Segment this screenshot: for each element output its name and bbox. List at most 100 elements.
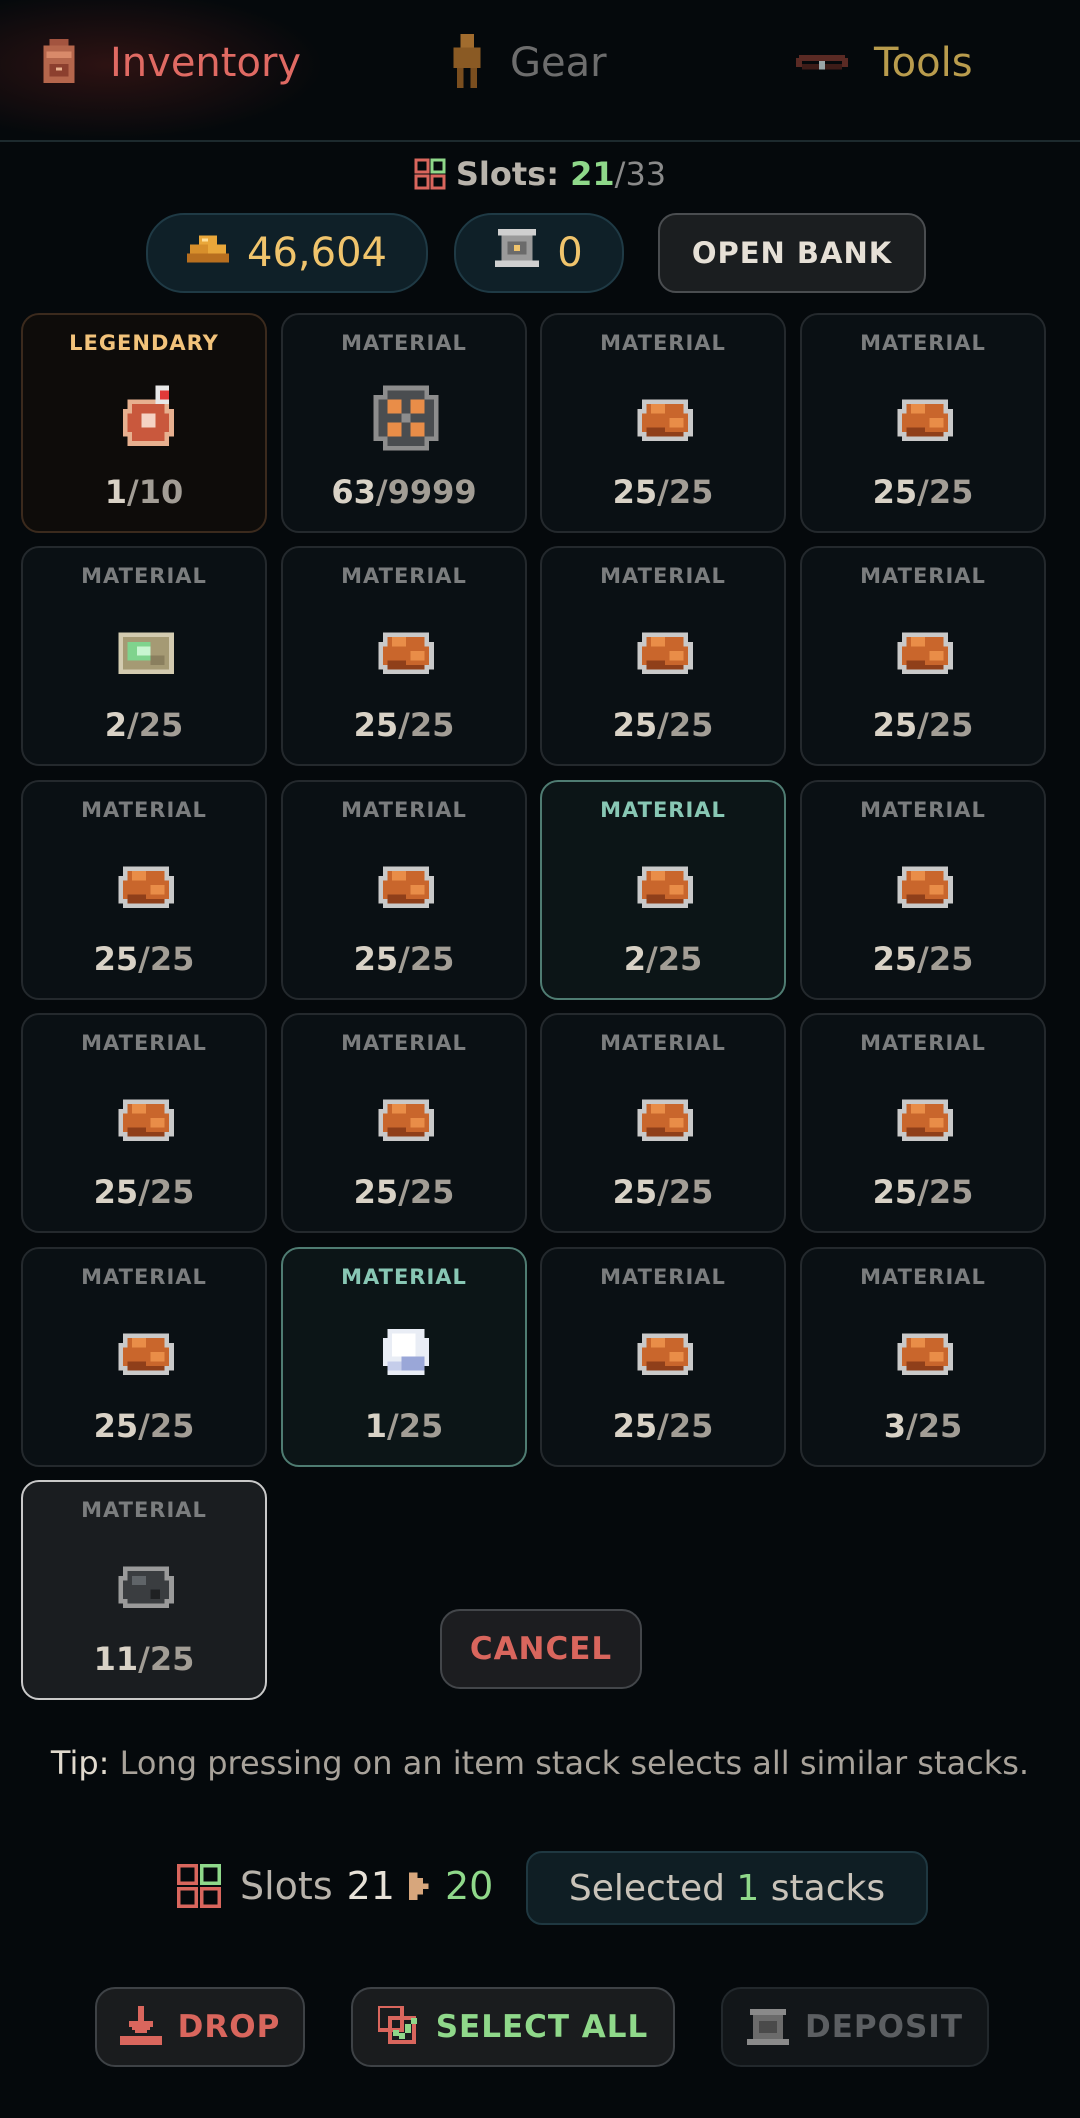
item-count: 11 xyxy=(93,1640,139,1678)
item-count: 25 xyxy=(872,1173,918,1211)
item-max: /25 xyxy=(398,1173,455,1211)
item-rarity-label: MATERIAL xyxy=(81,564,207,588)
copper-ore-icon xyxy=(888,614,962,688)
item-count: 2 xyxy=(104,706,128,744)
item-count: 25 xyxy=(353,940,399,978)
item-stack-count: 25/25 xyxy=(283,706,525,744)
gold-balance: 46,604 xyxy=(146,213,428,293)
bank-amount: 0 xyxy=(557,230,583,276)
inventory-slot[interactable]: MATERIAL 25/25 xyxy=(281,546,527,766)
copper-ore-icon xyxy=(628,381,702,455)
inventory-slot[interactable]: MATERIAL 3/25 xyxy=(800,1247,1046,1467)
tab-tools[interactable]: Tools xyxy=(796,30,973,96)
drop-button[interactable]: DROP xyxy=(95,1987,305,2067)
item-max: /25 xyxy=(657,1173,714,1211)
deposit-label: DEPOSIT xyxy=(805,2009,963,2045)
item-stack-count: 25/25 xyxy=(802,940,1044,978)
grid-icon xyxy=(177,1864,221,1908)
checklist-icon xyxy=(377,2006,417,2044)
item-rarity-label: MATERIAL xyxy=(341,564,467,588)
item-rarity-label: MATERIAL xyxy=(81,1031,207,1055)
deposit-button[interactable]: DEPOSIT xyxy=(721,1987,989,2067)
inventory-slot[interactable]: MATERIAL 11/25 xyxy=(21,1480,267,1700)
item-rarity-label: MATERIAL xyxy=(81,798,207,822)
copper-ore-icon xyxy=(888,1315,962,1389)
tab-label: Tools xyxy=(874,40,973,86)
tab-gear[interactable]: Gear xyxy=(450,30,607,96)
inventory-slot[interactable]: MATERIAL 25/25 xyxy=(281,1013,527,1233)
item-max: /25 xyxy=(127,706,184,744)
item-max: /25 xyxy=(138,1640,195,1678)
item-count: 25 xyxy=(93,940,139,978)
inventory-slot[interactable]: MATERIAL 25/25 xyxy=(800,780,1046,1000)
item-rarity-label: MATERIAL xyxy=(600,331,726,355)
slots-used: 21 xyxy=(570,155,615,193)
copper-ore-icon xyxy=(109,1315,183,1389)
item-max: /25 xyxy=(387,1407,444,1445)
copper-ore-icon xyxy=(109,1081,183,1155)
inventory-slot[interactable]: MATERIAL 25/25 xyxy=(800,1013,1046,1233)
inventory-slot[interactable]: MATERIAL 25/25 xyxy=(281,780,527,1000)
gear-token-icon xyxy=(369,381,443,455)
tab-inventory[interactable]: Inventory xyxy=(0,0,325,140)
item-count: 25 xyxy=(353,1173,399,1211)
item-stack-count: 25/25 xyxy=(23,1173,265,1211)
grid-icon xyxy=(414,158,446,190)
selected-prefix: Selected xyxy=(568,1867,725,1909)
copper-ore-icon xyxy=(628,614,702,688)
drop-down-arrow-icon xyxy=(119,2006,162,2045)
item-stack-count: 2/25 xyxy=(23,706,265,744)
item-rarity-label: MATERIAL xyxy=(341,1265,467,1289)
inventory-slot[interactable]: MATERIAL 1/25 xyxy=(281,1247,527,1467)
item-stack-count: 2/25 xyxy=(542,940,784,978)
item-max: /9999 xyxy=(375,473,477,511)
inventory-slot[interactable]: MATERIAL 63/9999 xyxy=(281,313,527,533)
inventory-slot[interactable]: MATERIAL 25/25 xyxy=(21,780,267,1000)
item-count: 25 xyxy=(353,706,399,744)
inventory-slot[interactable]: MATERIAL 25/25 xyxy=(540,546,786,766)
inventory-slot[interactable]: MATERIAL 25/25 xyxy=(540,313,786,533)
item-rarity-label: MATERIAL xyxy=(341,798,467,822)
item-rarity-label: MATERIAL xyxy=(860,1031,986,1055)
inventory-slot[interactable]: LEGENDARY 1/10 xyxy=(21,313,267,533)
item-rarity-label: MATERIAL xyxy=(860,331,986,355)
amulet-icon xyxy=(109,381,183,455)
item-stack-count: 25/25 xyxy=(283,940,525,978)
inventory-slot[interactable]: MATERIAL 25/25 xyxy=(21,1013,267,1233)
tip-body: Long pressing on an item stack selects a… xyxy=(119,1744,1030,1782)
bank-building-icon xyxy=(747,2009,789,2045)
slots-to: 20 xyxy=(444,1864,494,1908)
item-count: 25 xyxy=(612,1407,658,1445)
inventory-slot[interactable]: MATERIAL 2/25 xyxy=(21,546,267,766)
inventory-slot[interactable]: MATERIAL 25/25 xyxy=(540,1247,786,1467)
copper-ore-icon xyxy=(369,848,443,922)
item-stack-count: 3/25 xyxy=(802,1407,1044,1445)
inventory-slot[interactable]: MATERIAL 25/25 xyxy=(540,1013,786,1233)
coal-ore-icon xyxy=(109,1548,183,1622)
inventory-slot[interactable]: MATERIAL 2/25 xyxy=(540,780,786,1000)
item-stack-count: 25/25 xyxy=(23,1407,265,1445)
item-max: /25 xyxy=(657,1407,714,1445)
item-count: 25 xyxy=(872,706,918,744)
item-stack-count: 25/25 xyxy=(802,473,1044,511)
inventory-slot[interactable]: MATERIAL 25/25 xyxy=(800,546,1046,766)
inventory-slot[interactable]: MATERIAL 25/25 xyxy=(21,1247,267,1467)
item-rarity-label: MATERIAL xyxy=(81,1498,207,1522)
item-max: /25 xyxy=(657,473,714,511)
item-max: /25 xyxy=(906,1407,963,1445)
item-stack-count: 25/25 xyxy=(283,1173,525,1211)
copper-ore-icon xyxy=(628,1081,702,1155)
tab-bar: Inventory Gear Tools xyxy=(0,0,1080,142)
item-stack-count: 25/25 xyxy=(802,1173,1044,1211)
slots-change: Slots 21 20 xyxy=(176,1850,493,1922)
item-max: /25 xyxy=(138,940,195,978)
white-crystal-icon xyxy=(369,1315,443,1389)
select-all-button[interactable]: SELECT ALL xyxy=(351,1987,675,2067)
open-bank-button[interactable]: OPEN BANK xyxy=(658,213,926,293)
inventory-slot[interactable]: MATERIAL 25/25 xyxy=(800,313,1046,533)
slots-change-label: Slots xyxy=(240,1864,333,1908)
cancel-button[interactable]: CANCEL xyxy=(440,1609,642,1689)
selected-count: 1 xyxy=(736,1867,760,1909)
green-ore-icon xyxy=(109,614,183,688)
item-stack-count: 25/25 xyxy=(23,940,265,978)
